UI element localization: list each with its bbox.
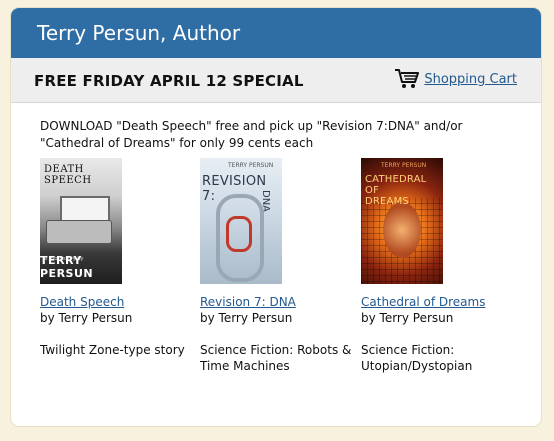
cover-helix-accent — [226, 216, 252, 252]
book-cover-cathedral-of-dreams[interactable]: TERRY PERSUN CATHEDRAL OF DREAMS — [361, 158, 443, 284]
book-description: Science Fiction: Utopian/Dystopian — [361, 343, 473, 373]
cover-author: TERRY PERSUN — [40, 254, 94, 280]
page-title: Terry Persun, Author — [37, 21, 241, 45]
cover-author: TERRY PERSUN — [228, 162, 274, 169]
shopping-cart-icon[interactable] — [394, 68, 420, 90]
page-header: Terry Persun, Author — [11, 8, 541, 58]
book-revision-7-dna: TERRY PERSUN REVISION 7: DNA Revision 7:… — [200, 158, 365, 374]
main-card: Terry Persun, Author FREE FRIDAY APRIL 1… — [11, 8, 541, 426]
book-author: by Terry Persun — [361, 311, 454, 325]
cover-author: TERRY PERSUN — [381, 162, 427, 169]
book-cover-death-speech[interactable]: DEATH SPEECH a short story by TERRY PERS… — [40, 158, 122, 284]
cover-face-graphic — [383, 202, 421, 258]
special-bar: FREE FRIDAY APRIL 12 SPECIAL Shopping Ca… — [11, 58, 541, 103]
book-title-link[interactable]: Revision 7: DNA — [200, 294, 365, 310]
shopping-cart-link-group[interactable]: Shopping Cart — [394, 67, 517, 91]
cover-title: DEATH SPEECH — [44, 164, 92, 186]
cover-tub-graphic — [46, 220, 112, 244]
cover-title-line1: CATHEDRAL OF — [365, 174, 427, 196]
cover-title-line1: DEATH — [44, 164, 84, 175]
book-author: by Terry Persun — [200, 311, 293, 325]
book-author: by Terry Persun — [40, 311, 133, 325]
intro-text: DOWNLOAD "Death Speech" free and pick up… — [40, 119, 463, 150]
cover-title-line2: SPEECH — [44, 175, 92, 186]
cover-title-line2: DREAMS — [365, 196, 409, 207]
book-description: Science Fiction: Robots & Time Machines — [200, 343, 352, 373]
book-cathedral-of-dreams: TERRY PERSUN CATHEDRAL OF DREAMS Cathedr… — [361, 158, 526, 374]
shopping-cart-link[interactable]: Shopping Cart — [424, 72, 517, 87]
book-description: Twilight Zone-type story — [40, 343, 185, 357]
special-title: FREE FRIDAY APRIL 12 SPECIAL — [34, 72, 304, 90]
cover-title: CATHEDRAL OF DREAMS — [365, 174, 443, 207]
book-cover-revision-7[interactable]: TERRY PERSUN REVISION 7: DNA — [200, 158, 282, 284]
book-death-speech: DEATH SPEECH a short story by TERRY PERS… — [40, 158, 205, 358]
book-title-link[interactable]: Cathedral of Dreams — [361, 294, 526, 310]
book-title-link[interactable]: Death Speech — [40, 294, 205, 310]
